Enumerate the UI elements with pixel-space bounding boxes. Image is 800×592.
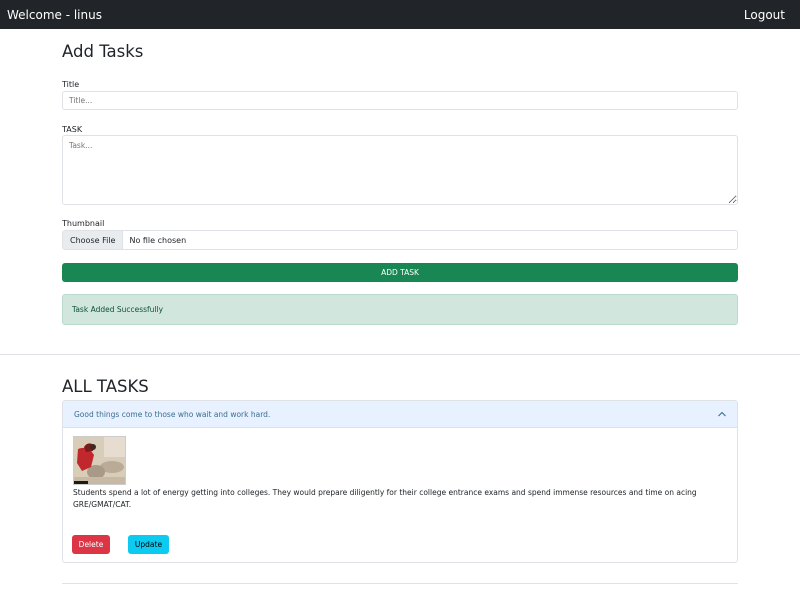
task-accordion-header[interactable]: Good things come to those who wait and w… bbox=[63, 401, 737, 428]
chevron-up-icon bbox=[718, 411, 726, 417]
task-description: Students spend a lot of energy getting i… bbox=[73, 488, 697, 509]
delete-button[interactable]: Delete bbox=[72, 535, 110, 554]
title-label: Title bbox=[62, 80, 80, 89]
file-status-text: No file chosen bbox=[129, 235, 187, 245]
welcome-text: Welcome - linus bbox=[7, 7, 102, 22]
section-divider bbox=[0, 354, 800, 355]
update-button[interactable]: Update bbox=[128, 535, 169, 554]
bottom-divider bbox=[62, 583, 738, 584]
task-accordion-item: Good things come to those who wait and w… bbox=[62, 400, 738, 563]
success-alert-message: Task Added Successfully bbox=[72, 305, 164, 314]
thumbnail-file-input[interactable]: Choose File No file chosen bbox=[62, 230, 738, 250]
top-navbar: Welcome - linus Logout bbox=[0, 0, 800, 29]
task-title: Good things come to those who wait and w… bbox=[74, 409, 271, 419]
choose-file-button[interactable]: Choose File bbox=[63, 231, 124, 249]
task-label: TASK bbox=[62, 125, 83, 134]
logout-link[interactable]: Logout bbox=[744, 8, 785, 22]
all-tasks-heading: ALL TASKS bbox=[62, 377, 149, 396]
add-tasks-heading: Add Tasks bbox=[62, 42, 144, 61]
success-alert: Task Added Successfully bbox=[62, 294, 738, 325]
task-thumbnail bbox=[73, 436, 126, 485]
add-task-button[interactable]: ADD TASK bbox=[62, 263, 738, 282]
task-textarea[interactable] bbox=[62, 135, 738, 205]
title-input[interactable] bbox=[62, 91, 738, 110]
thumbnail-label: Thumbnail bbox=[62, 219, 105, 228]
